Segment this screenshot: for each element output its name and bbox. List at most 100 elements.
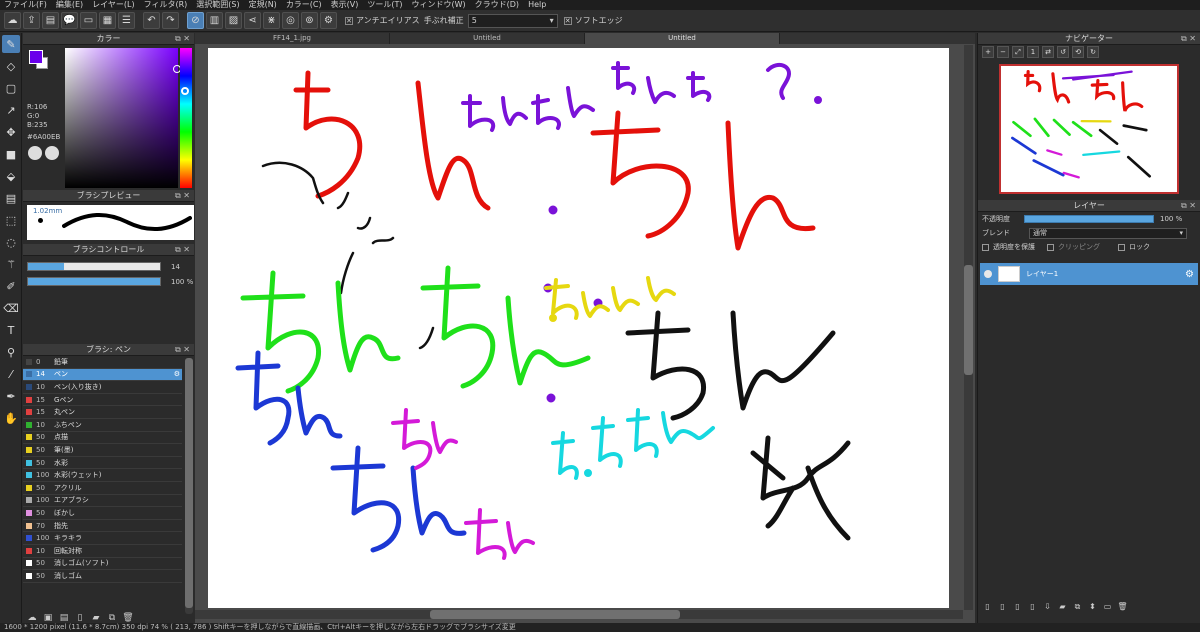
brush-list-item[interactable]: 70 指先 [23, 520, 182, 533]
brush-list-item[interactable]: 10 ふちペン [23, 419, 182, 432]
flip-icon[interactable]: ⇄ [1042, 46, 1054, 58]
menu-layer[interactable]: レイヤー(L) [92, 0, 134, 10]
main-color-swatch[interactable] [29, 50, 43, 64]
brush-list-item[interactable]: 100 水彩(ウェット) [23, 469, 182, 482]
snap-cross-icon[interactable]: ▨ [225, 12, 242, 29]
snap-settings-icon[interactable]: ⚙ [320, 12, 337, 29]
fill-rect-tool-icon[interactable]: ■ [2, 145, 20, 163]
trash-icon[interactable]: 🗑 [1117, 601, 1128, 612]
export-icon[interactable]: ⇪ [23, 12, 40, 29]
snap-off-icon[interactable]: ⊘ [187, 12, 204, 29]
import-layer-icon[interactable]: ⇩ [1042, 601, 1053, 612]
palette-icon[interactable] [28, 146, 42, 160]
select-pen-icon[interactable]: ✐ [2, 277, 20, 295]
document-icon[interactable]: ▭ [80, 12, 97, 29]
protect-alpha-checkbox[interactable] [982, 243, 989, 251]
new-layer-icon[interactable]: ▯ [982, 601, 993, 612]
brush-list-item[interactable]: 15 丸ペン [23, 406, 182, 419]
select-eraser-icon[interactable]: ⌫ [2, 299, 20, 317]
merge-layer-icon[interactable]: ⬍ [1087, 601, 1098, 612]
brush-list-item[interactable]: 50 アクリル [23, 482, 182, 495]
rotate-right-icon[interactable]: ↻ [1087, 46, 1099, 58]
brush-list-item[interactable]: 10 回転対称 [23, 545, 182, 558]
eyedropper-tool-icon[interactable]: ⁄ [2, 365, 20, 383]
snap-curve-icon[interactable]: ⊚ [301, 12, 318, 29]
menu-tool[interactable]: ツール(T) [367, 0, 402, 10]
cloud-icon[interactable]: ☁ [4, 12, 21, 29]
select-tool-icon[interactable]: ⬚ [2, 211, 20, 229]
canvas-horizontal-scrollbar[interactable] [195, 610, 963, 619]
hue-cursor[interactable] [181, 87, 189, 95]
menu-color[interactable]: カラー(C) [286, 0, 322, 10]
menu-edit[interactable]: 編集(E) [56, 0, 83, 10]
panel-close-icon[interactable]: ⧉ ✕ [175, 190, 190, 202]
canvas-vertical-scrollbar[interactable] [964, 45, 973, 610]
drawing-canvas[interactable] [208, 48, 949, 608]
brush-settings-icon[interactable]: ⚙ [174, 370, 180, 378]
magic-wand-icon[interactable]: ⚚ [2, 255, 20, 273]
brush-list-item[interactable]: 50 ぼかし [23, 507, 182, 520]
panel-close-icon[interactable]: ⧉ ✕ [175, 33, 190, 45]
zoom-in-icon[interactable]: + [982, 46, 994, 58]
speech-icon[interactable]: 💬 [61, 12, 78, 29]
bucket-tool-icon[interactable]: ⬙ [2, 167, 20, 185]
panel-close-icon[interactable]: ⧉ ✕ [1181, 200, 1196, 212]
navigator-thumbnail[interactable] [999, 64, 1179, 194]
snap-vanish-icon[interactable]: ⋖ [244, 12, 261, 29]
redo-icon[interactable]: ↷ [162, 12, 179, 29]
lock-checkbox[interactable] [1118, 243, 1125, 251]
menu-ruler[interactable]: 定規(N) [249, 0, 277, 10]
menu-help[interactable]: Help [528, 0, 546, 10]
undo-icon[interactable]: ↶ [143, 12, 160, 29]
antialias-checkbox[interactable]: ✕ [345, 16, 353, 25]
panel-close-icon[interactable]: ⧉ ✕ [175, 244, 190, 256]
operation-tool-icon[interactable]: ⚲ [2, 343, 20, 361]
layers-icon[interactable]: ▤ [42, 12, 59, 29]
brush-list-item[interactable]: 50 消しゴム(ソフト) [23, 558, 182, 571]
layer-item[interactable]: レイヤー1 ⚙ [980, 263, 1198, 285]
rotate-left-icon[interactable]: ↺ [1057, 46, 1069, 58]
eye-icon[interactable] [984, 270, 992, 278]
saturation-value-picker[interactable] [65, 48, 178, 188]
snap-circle-icon[interactable]: ◎ [282, 12, 299, 29]
menu-filter[interactable]: フィルタ(R) [144, 0, 188, 10]
rect-tool-icon[interactable]: ▢ [2, 79, 20, 97]
brush-size-slider[interactable] [27, 262, 161, 271]
brush-list-item[interactable]: 14 ペン ⚙ [23, 368, 182, 382]
clear-layer-icon[interactable]: ▭ [1102, 601, 1113, 612]
text-tool-icon[interactable]: T [2, 321, 20, 339]
lasso-select-icon[interactable]: ◌ [2, 233, 20, 251]
layer-blend-select[interactable]: 通常 [1029, 227, 1187, 239]
brush-tool-icon[interactable]: ✎ [2, 35, 20, 53]
brush-list-item[interactable]: 100 エアブラシ [23, 495, 182, 508]
color-mix-icon[interactable] [45, 146, 59, 160]
brush-list-scrollbar[interactable] [185, 358, 193, 614]
brush-list-item[interactable]: 100 キラキラ [23, 532, 182, 545]
lasso-tool-icon[interactable]: ↗ [2, 101, 20, 119]
new-halftone-layer-icon[interactable]: ▯ [997, 601, 1008, 612]
zoom-100-icon[interactable]: 1 [1027, 46, 1039, 58]
gradient-tool-icon[interactable]: ▤ [2, 189, 20, 207]
tab-untitled-1[interactable]: Untitled [390, 33, 585, 44]
pen-tool-icon[interactable]: ✒ [2, 387, 20, 405]
snap-parallel-icon[interactable]: ▥ [206, 12, 223, 29]
brush-list-item[interactable]: 50 消しゴム [23, 570, 182, 583]
copy-layer-icon[interactable]: ⧉ [1072, 601, 1083, 612]
brush-opacity-slider[interactable] [27, 277, 161, 286]
clipping-checkbox[interactable] [1047, 243, 1054, 251]
stabilizer-select[interactable]: 5 [467, 13, 558, 28]
menu-view[interactable]: 表示(V) [331, 0, 359, 10]
eraser-tool-icon[interactable]: ◇ [2, 57, 20, 75]
list-icon[interactable]: ☰ [118, 12, 135, 29]
menu-select[interactable]: 選択範囲(S) [196, 0, 239, 10]
zoom-out-icon[interactable]: − [997, 46, 1009, 58]
soft-edge-checkbox[interactable]: ✕ [563, 16, 572, 25]
menu-cloud[interactable]: クラウド(D) [475, 0, 519, 10]
brush-list-item[interactable]: 0 鉛筆 [23, 356, 182, 369]
new-layer-1bit-icon[interactable]: ▯ [1027, 601, 1038, 612]
tab-ff14[interactable]: FF14_1.jpg [195, 33, 390, 44]
menu-window[interactable]: ウィンドウ(W) [412, 0, 466, 10]
panel-close-icon[interactable]: ⧉ ✕ [175, 344, 190, 356]
fit-icon[interactable]: ⤢ [1012, 46, 1024, 58]
rotate-reset-icon[interactable]: ⟲ [1072, 46, 1084, 58]
